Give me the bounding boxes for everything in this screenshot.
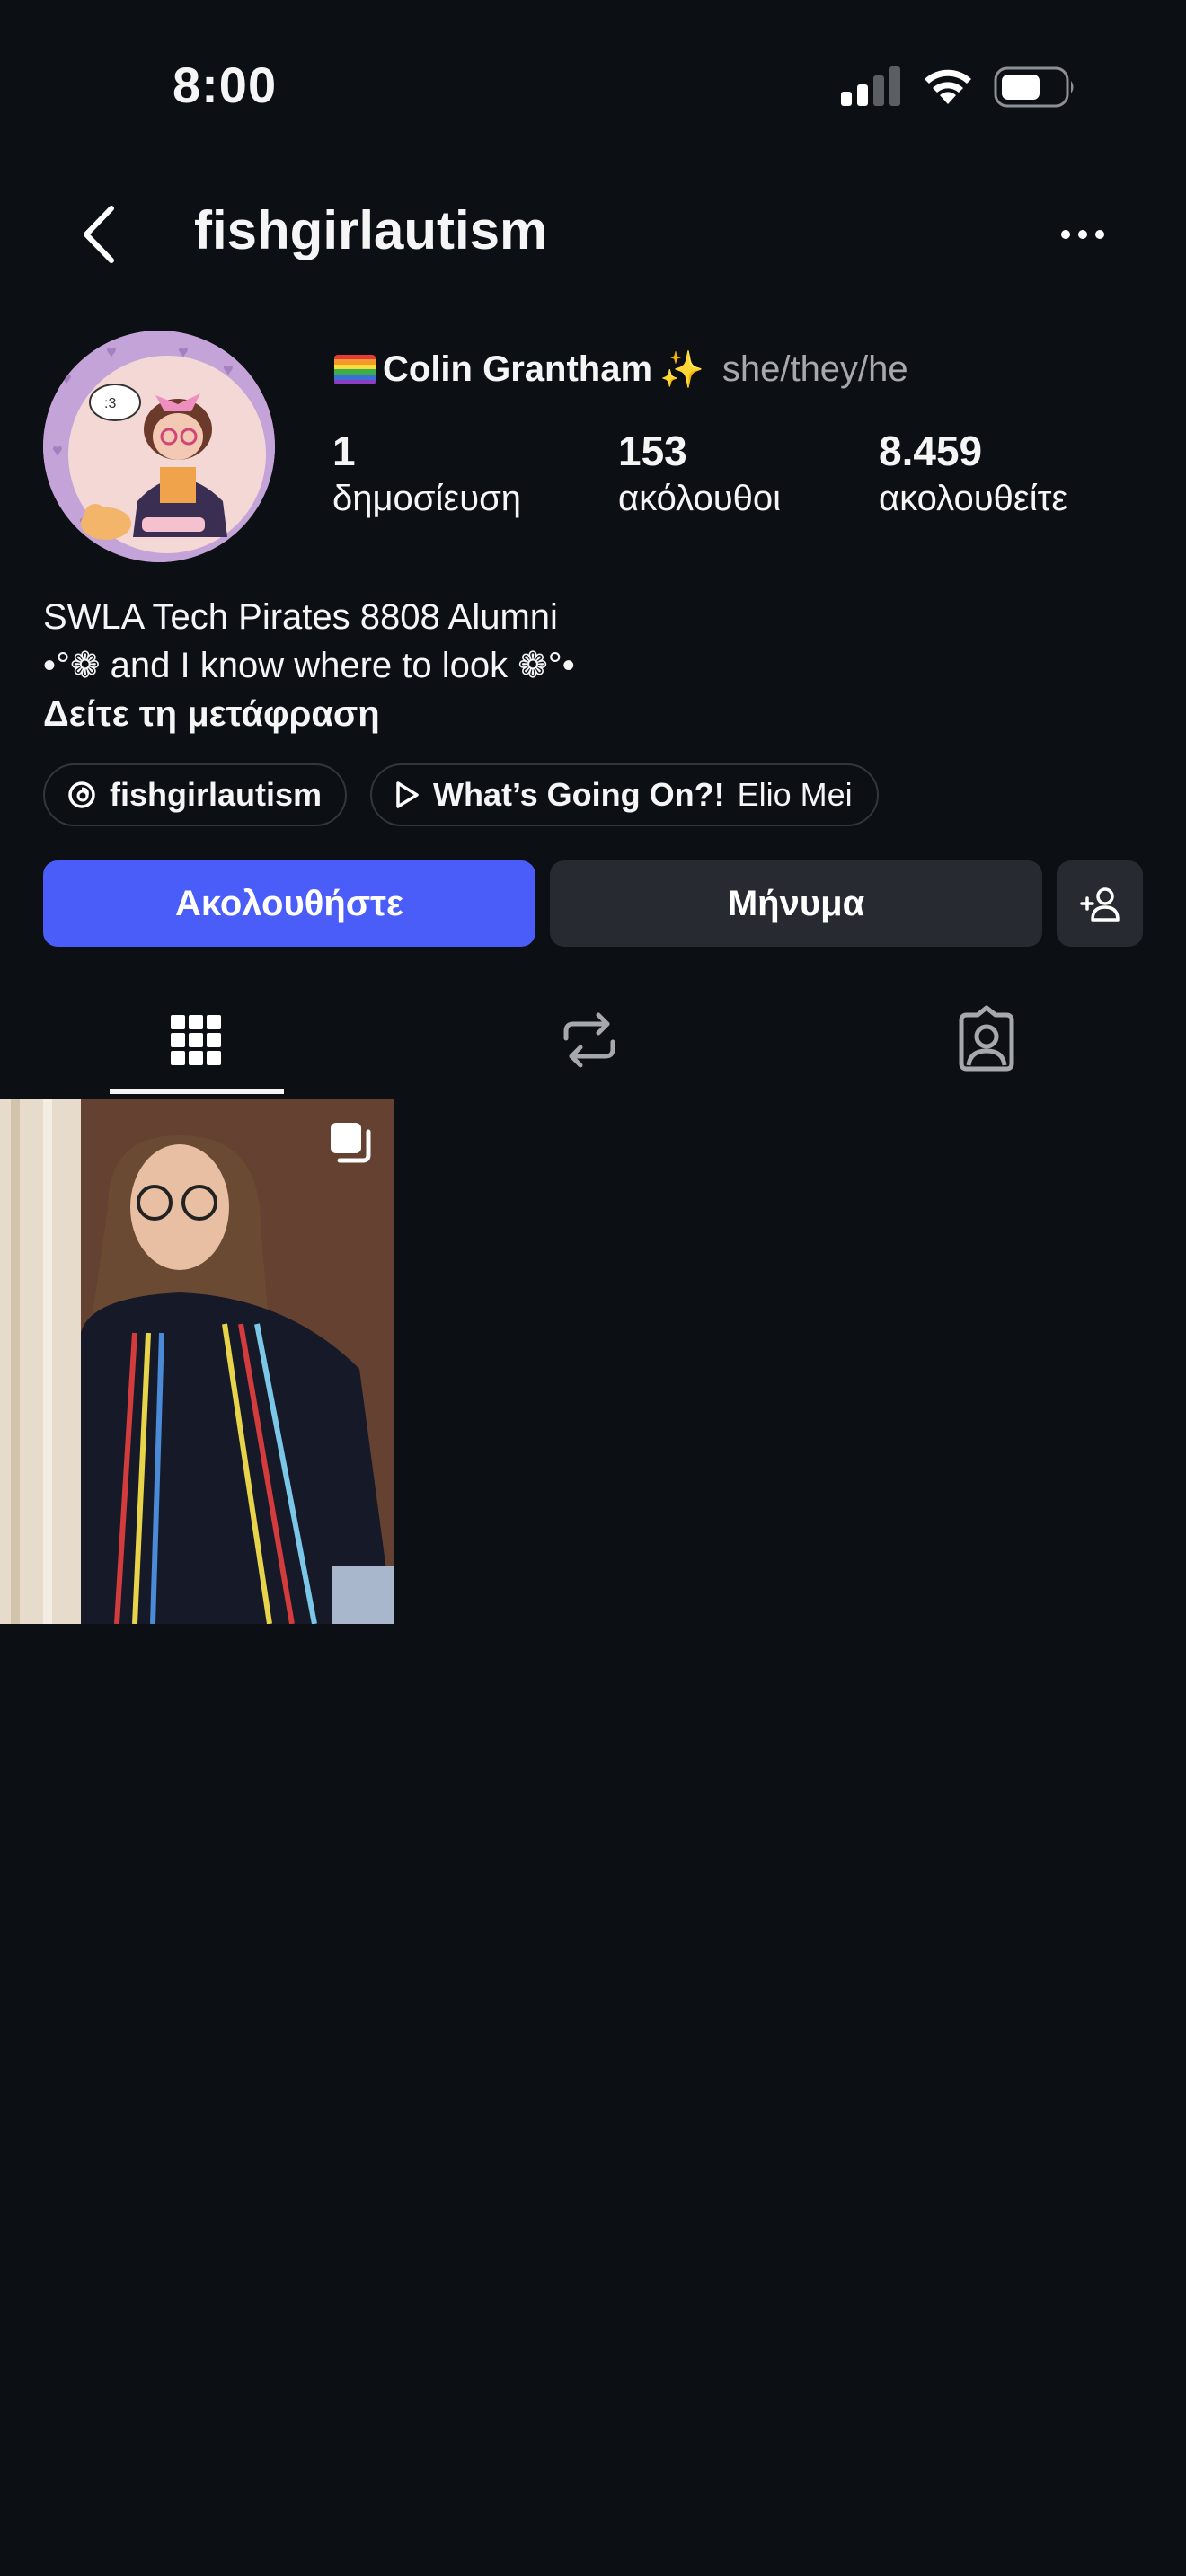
posts-grid-tab-icon[interactable] <box>160 1004 232 1076</box>
profile-full-name: Colin Grantham <box>383 349 653 389</box>
cellular-signal-icon <box>841 66 900 106</box>
reposts-tab-icon[interactable] <box>553 1004 625 1076</box>
profile-avatar[interactable]: ♥♥ ♥♥ ♥♥ ♥♥ :3 <box>43 331 275 562</box>
stat-following-value: 8.459 <box>879 428 983 474</box>
threads-chip-label: fishgirlautism <box>110 776 323 813</box>
sparkles-icon: ✨ <box>659 350 704 390</box>
stat-posts-label: δημοσίευση <box>332 479 522 518</box>
status-time: 8:00 <box>173 57 278 113</box>
profile-bio: SWLA Tech Pirates 8808 Alumni •°❁ and I … <box>43 593 1139 738</box>
stat-following[interactable]: 8.459 ακολουθείτε <box>879 426 1067 521</box>
stat-posts[interactable]: 1 δημοσίευση <box>332 426 521 521</box>
message-button[interactable]: Μήνυμα <box>550 860 1042 947</box>
battery-icon <box>994 66 1074 108</box>
more-options-icon[interactable] <box>1060 226 1105 243</box>
threads-icon <box>68 781 95 808</box>
stat-posts-value: 1 <box>332 428 356 474</box>
stat-following-label: ακολουθείτε <box>879 479 1068 518</box>
suggested-people-button[interactable] <box>1057 860 1143 947</box>
back-chevron-icon[interactable] <box>77 203 120 266</box>
see-translation-link[interactable]: Δείτε τη μετάφραση <box>43 690 1139 738</box>
stat-followers-value: 153 <box>618 428 687 474</box>
stat-followers-label: ακόλουθοι <box>618 479 782 518</box>
svg-text:♥: ♥ <box>106 342 117 362</box>
follow-button[interactable]: Ακολουθήστε <box>43 860 535 947</box>
rainbow-flag-icon <box>334 354 376 385</box>
threads-chip[interactable]: fishgirlautism <box>43 763 347 826</box>
stat-followers[interactable]: 153 ακόλουθοι <box>618 426 781 521</box>
music-title: What’s Going On?! <box>433 776 725 813</box>
svg-text::3: :3 <box>104 396 116 411</box>
profile-pronouns: she/they/he <box>721 349 908 389</box>
carousel-icon <box>331 1123 371 1163</box>
header-username: fishgirlautism <box>194 200 548 260</box>
post-thumbnail[interactable] <box>0 1099 394 1624</box>
bio-line-1: SWLA Tech Pirates 8808 Alumni <box>43 597 558 637</box>
profile-name-line: Colin Grantham ✨ she/they/he <box>334 348 908 391</box>
svg-text:♥: ♥ <box>52 441 63 461</box>
active-tab-indicator <box>110 1089 284 1094</box>
music-artist: Elio Mei <box>737 776 853 813</box>
add-person-icon <box>1080 887 1120 922</box>
tagged-tab-icon[interactable] <box>951 1004 1022 1076</box>
wifi-icon <box>925 69 971 104</box>
svg-text:♥: ♥ <box>61 369 72 389</box>
music-chip[interactable]: What’s Going On?! Elio Mei <box>370 763 879 826</box>
play-icon <box>396 781 419 808</box>
bio-line-2: •°❁ and I know where to look ❁°• <box>43 646 575 685</box>
